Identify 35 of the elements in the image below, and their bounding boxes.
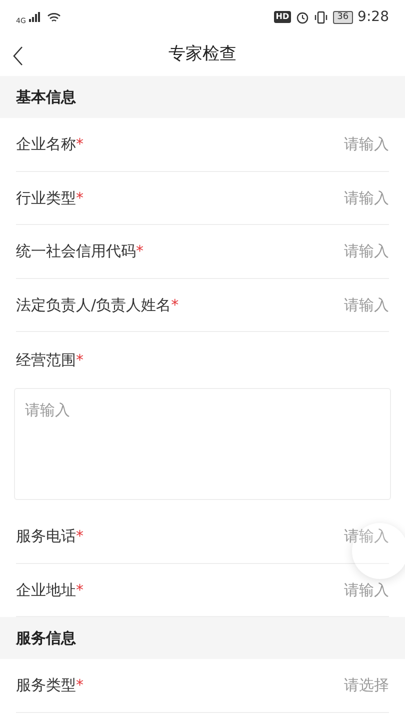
field-label: 经营范围 [16,350,76,371]
required-mark: * [76,134,84,155]
back-icon[interactable] [12,46,24,66]
page-title: 专家检查 [168,43,236,66]
input-field[interactable]: 请输入 [269,525,389,548]
field-label: 统一社会信用代码 [16,241,136,262]
required-mark: * [136,241,144,262]
section-header: 基本信息 [0,76,405,118]
required-mark: * [76,675,84,696]
input-field[interactable]: 请输入 [269,240,389,262]
alarm-icon [296,10,310,24]
field-label: 服务电话 [16,526,76,547]
input-field[interactable]: 请输入 [269,133,389,156]
required-mark: * [171,294,179,316]
section-header: 服务信息 [0,617,405,659]
required-mark: * [76,350,84,371]
wifi-icon [46,12,61,22]
input-field[interactable]: 请输入 [269,186,389,209]
field-label: 企业地址 [16,580,76,600]
field-label: 企业名称 [16,134,76,155]
hd-label: HD [274,11,292,23]
select-field[interactable]: 请选择 [269,674,389,696]
status-time: 9:28 [358,8,389,26]
input-field[interactable]: 请输入 [269,294,389,316]
required-mark: * [76,526,84,547]
required-mark: * [76,580,84,600]
required-mark: * [76,188,84,208]
signal-icon [28,12,41,22]
input-field[interactable]: 请输入 [269,578,389,601]
battery-label: 36 [333,10,353,24]
field-label: 法定负责人/负责人姓名 [16,294,172,316]
vibrate-icon [314,10,328,24]
field-label: 服务类型 [16,675,76,696]
textarea-field[interactable]: 请输入 [14,388,391,500]
field-label: 行业类型 [16,188,76,208]
